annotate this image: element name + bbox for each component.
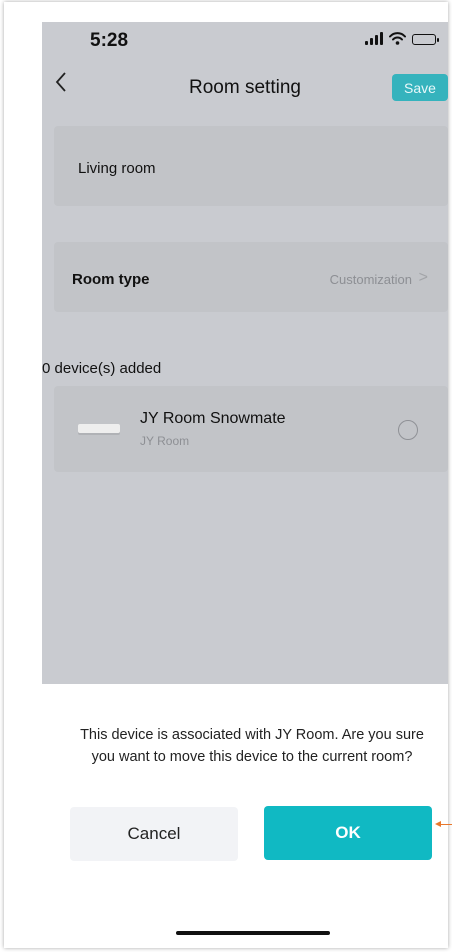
dimmed-background: 5:28 Room setting Save Living room Room … bbox=[42, 22, 448, 684]
device-list-item[interactable]: JY Room Snowmate JY Room bbox=[54, 386, 448, 472]
room-type-value: Customization bbox=[329, 272, 412, 287]
dialog-message: This device is associated with JY Room. … bbox=[80, 727, 424, 765]
chevron-right-icon: > bbox=[418, 269, 428, 286]
device-name: JY Room Snowmate bbox=[140, 410, 286, 427]
room-name-value: Living room bbox=[78, 160, 156, 177]
wifi-icon bbox=[389, 32, 406, 45]
ok-button[interactable]: OK bbox=[264, 806, 432, 860]
device-select-radio[interactable] bbox=[398, 420, 418, 440]
phone-frame: 5:28 Room setting Save Living room Room … bbox=[4, 2, 448, 948]
status-time: 5:28 bbox=[90, 30, 129, 51]
annotation-arrow-icon bbox=[435, 821, 452, 827]
signal-icon bbox=[365, 32, 383, 45]
app-screen: 5:28 Room setting Save Living room Room … bbox=[42, 22, 448, 948]
room-type-label: Room type bbox=[72, 271, 150, 288]
room-name-field[interactable]: Living room bbox=[54, 126, 448, 206]
room-type-row[interactable]: Room type Customization > bbox=[54, 242, 448, 312]
cancel-button[interactable]: Cancel bbox=[70, 807, 238, 861]
devices-count: 0 device(s) added bbox=[42, 360, 162, 377]
page-title: Room setting bbox=[189, 77, 301, 98]
home-indicator bbox=[176, 931, 330, 935]
save-button[interactable]: Save bbox=[392, 74, 448, 101]
air-conditioner-icon bbox=[78, 424, 120, 433]
status-icons bbox=[365, 32, 439, 45]
battery-icon bbox=[412, 34, 439, 45]
device-room: JY Room bbox=[140, 434, 190, 448]
